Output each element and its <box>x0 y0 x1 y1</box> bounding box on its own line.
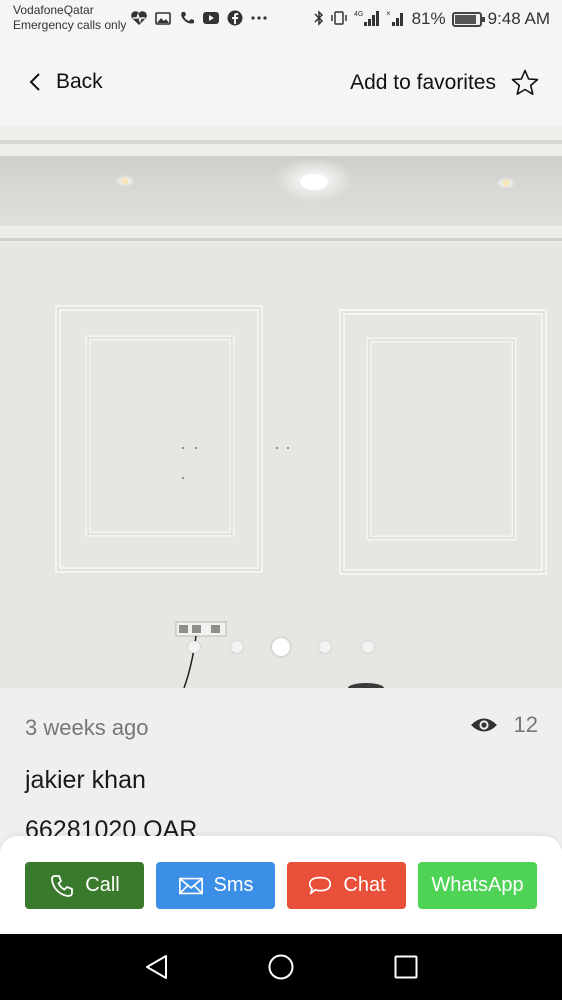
whatsapp-label: WhatsApp <box>431 874 524 896</box>
whatsapp-button[interactable]: WhatsApp <box>418 862 537 909</box>
carousel-dots <box>0 637 562 657</box>
svg-text:×: × <box>386 9 391 18</box>
status-bar: VodafoneQatar Emergency calls only 4G × … <box>0 0 562 42</box>
more-dots-icon <box>250 9 268 27</box>
carrier-info: VodafoneQatar Emergency calls only <box>13 3 126 33</box>
call-label: Call <box>85 874 120 896</box>
star-icon <box>511 69 539 95</box>
vibrate-icon <box>330 10 348 29</box>
svg-text:4G: 4G <box>354 11 363 18</box>
heart-rate-icon <box>130 9 148 27</box>
contact-action-bar: Call Sms Chat WhatsApp <box>0 836 562 934</box>
clock: 9:48 AM <box>487 9 550 28</box>
signal-icon: 4G <box>354 9 380 30</box>
seller-name: jakier khan <box>25 766 146 794</box>
carrier-status: Emergency calls only <box>13 18 127 32</box>
posted-time: 3 weeks ago <box>25 715 149 740</box>
carrier-name: VodafoneQatar <box>13 3 94 17</box>
phone-icon <box>51 874 74 897</box>
sms-button[interactable]: Sms <box>156 862 275 909</box>
chat-label: Chat <box>343 874 386 896</box>
notification-icons <box>130 8 268 28</box>
system-status: 4G × 81% 9:48 AM <box>314 8 550 30</box>
battery-icon <box>451 11 485 27</box>
chat-button[interactable]: Chat <box>287 862 406 909</box>
call-icon <box>178 9 196 27</box>
carousel-dot[interactable] <box>231 641 243 653</box>
chevron-left-icon <box>29 73 40 91</box>
carousel-dot-active[interactable] <box>272 638 290 656</box>
nav-home-icon[interactable] <box>267 953 295 981</box>
battery-percent: 81% <box>411 9 446 28</box>
system-navigation-bar <box>0 934 562 1000</box>
view-count: 12 <box>470 712 538 738</box>
app-header: Back Add to favorites <box>0 42 562 126</box>
carousel-dot[interactable] <box>319 641 331 653</box>
no-signal-icon: × <box>386 9 406 30</box>
youtube-icon <box>202 9 220 27</box>
back-label: Back <box>56 70 103 93</box>
listing-details: 3 weeks ago 12 jakier khan 66281020 QAR <box>0 688 562 848</box>
listing-photo[interactable] <box>0 126 562 688</box>
facebook-icon <box>226 9 244 27</box>
eye-icon <box>470 718 497 732</box>
views-value: 12 <box>513 712 538 737</box>
nav-recent-apps-icon[interactable] <box>392 953 420 981</box>
carousel-dot[interactable] <box>188 641 200 653</box>
add-to-favorites-button[interactable]: Add to favorites <box>350 68 540 98</box>
wall-paneling-image <box>0 126 562 688</box>
call-button[interactable]: Call <box>25 862 144 909</box>
envelope-icon <box>178 877 203 894</box>
favorite-label: Add to favorites <box>350 71 496 94</box>
carousel-dot[interactable] <box>362 641 374 653</box>
bluetooth-icon <box>314 9 324 29</box>
nav-back-icon[interactable] <box>143 953 171 981</box>
chat-bubble-icon <box>309 876 332 894</box>
back-button[interactable]: Back <box>28 70 103 94</box>
gallery-icon <box>154 9 172 27</box>
sms-label: Sms <box>213 874 254 896</box>
